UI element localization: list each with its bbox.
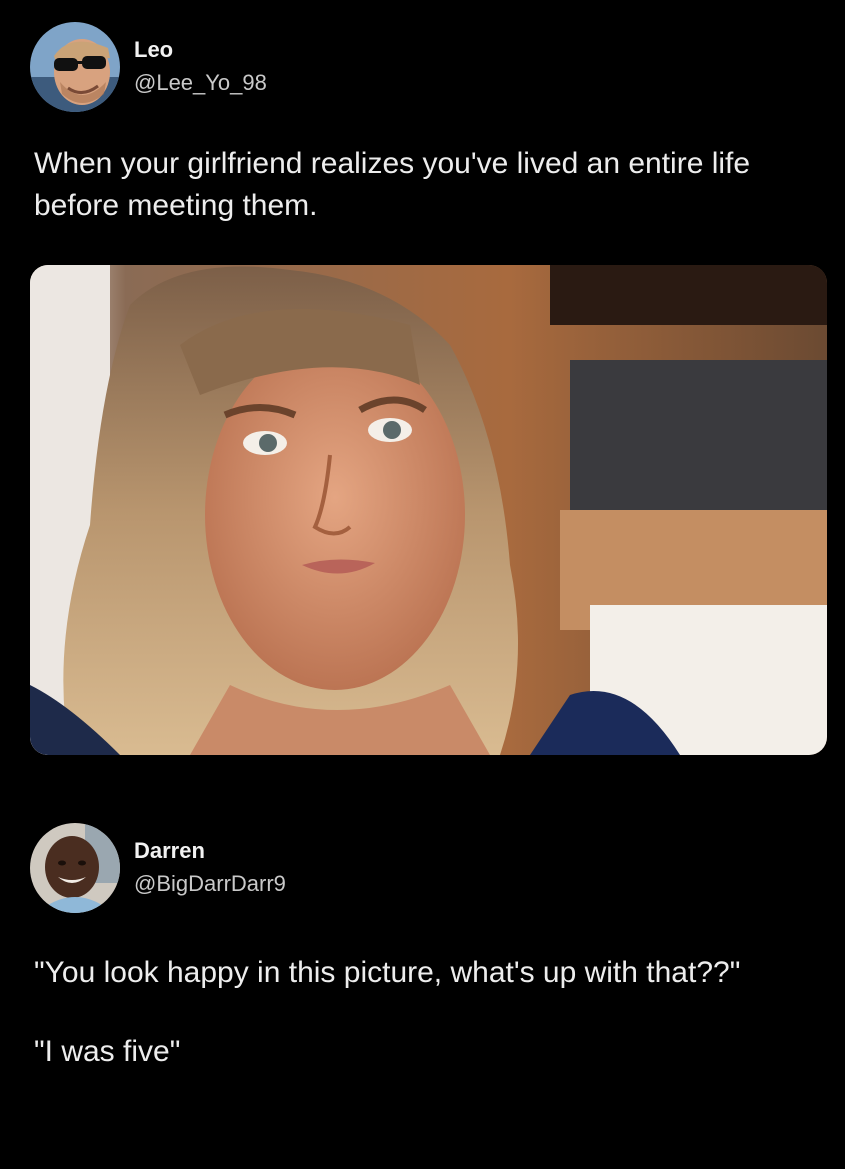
woman-staring-photo	[30, 265, 827, 755]
tweet-photo[interactable]	[30, 265, 827, 755]
avatar-sunglasses-icon	[30, 22, 120, 112]
tweet-text: When your girlfriend realizes you've liv…	[34, 147, 751, 222]
author-name[interactable]: Darren	[134, 837, 286, 865]
tweet-author[interactable]: Darren @BigDarrDarr9	[30, 823, 286, 913]
author-handle[interactable]: @Lee_Yo_98	[134, 68, 267, 98]
avatar[interactable]	[30, 823, 120, 913]
author-handle[interactable]: @BigDarrDarr9	[134, 869, 286, 899]
avatar-smiling-man-icon	[30, 823, 120, 913]
avatar[interactable]	[30, 22, 120, 112]
tweet-text: "You look happy in this picture, what's …	[34, 952, 814, 1110]
tweet-author[interactable]: Leo @Lee_Yo_98	[30, 22, 267, 112]
tweet-paragraph: "You look happy in this picture, what's …	[34, 956, 741, 989]
tweet-paragraph: "I was five"	[34, 1035, 181, 1068]
author-name[interactable]: Leo	[134, 36, 267, 64]
